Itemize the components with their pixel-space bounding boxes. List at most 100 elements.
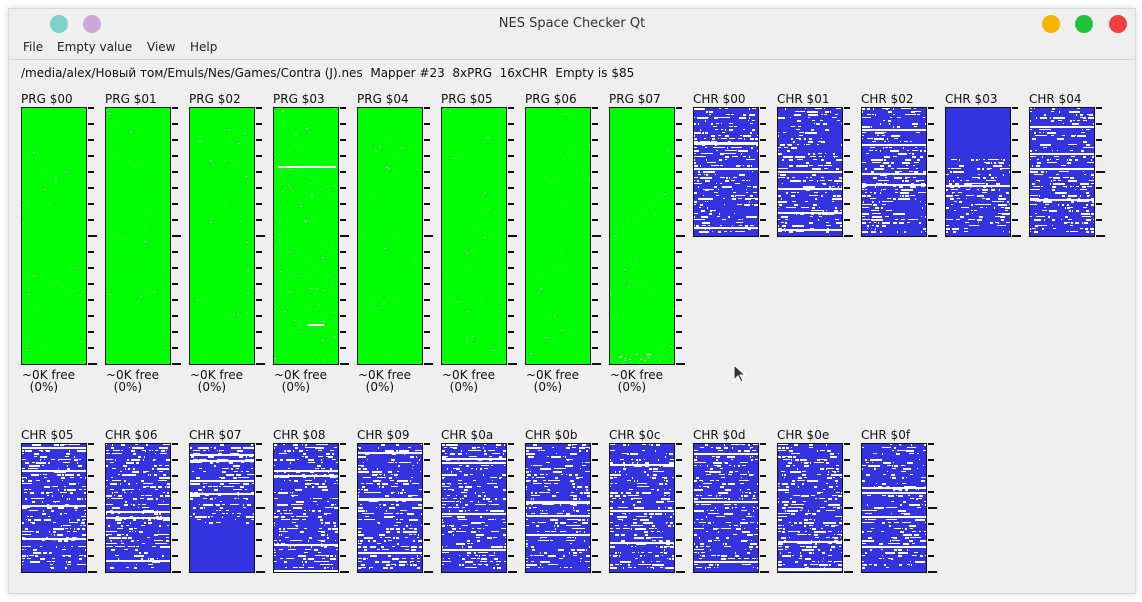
bank-scale bbox=[424, 443, 433, 573]
prg-bank-bitmap bbox=[190, 108, 254, 364]
chr-bank-map[interactable] bbox=[21, 443, 87, 573]
bank-scale bbox=[340, 107, 349, 365]
rom-chr-count: 16xCHR bbox=[499, 66, 548, 80]
prg-bank-map[interactable] bbox=[609, 107, 675, 365]
prg-bank-label: PRG $00 bbox=[21, 92, 73, 106]
prg-bank-map[interactable] bbox=[357, 107, 423, 365]
app-window: NES Space Checker Qt File Empty value Vi… bbox=[8, 8, 1136, 594]
chr-bank-bitmap bbox=[274, 444, 338, 572]
prg-free-space: ~0K free (0%) bbox=[274, 369, 327, 393]
chr-bank-bitmap bbox=[862, 108, 926, 236]
minimize-button[interactable] bbox=[1042, 15, 1060, 33]
chr-bank-map[interactable] bbox=[105, 443, 171, 573]
bank-scale bbox=[1096, 107, 1105, 237]
chr-bank-label: CHR $02 bbox=[861, 92, 914, 106]
chr-bank-map[interactable] bbox=[273, 443, 339, 573]
prg-bank-bitmap bbox=[106, 108, 170, 364]
prg-free-space: ~0K free (0%) bbox=[190, 369, 243, 393]
prg-bank-label: PRG $04 bbox=[357, 92, 409, 106]
menu-file[interactable]: File bbox=[21, 40, 45, 54]
chr-bank-label: CHR $01 bbox=[777, 92, 830, 106]
chr-bank-map[interactable] bbox=[525, 443, 591, 573]
rom-info-line: /media/alex/Новый том/Emuls/Nes/Games/Co… bbox=[21, 66, 634, 80]
rom-prg-count: 8xPRG bbox=[452, 66, 492, 80]
chr-bank-label: CHR $04 bbox=[1029, 92, 1082, 106]
bank-scale bbox=[172, 443, 181, 573]
chr-bank-map[interactable] bbox=[777, 107, 843, 237]
chr-bank-label: CHR $06 bbox=[105, 428, 158, 442]
prg-bank-map[interactable] bbox=[105, 107, 171, 365]
bank-scale bbox=[172, 107, 181, 365]
chr-bank-bitmap bbox=[610, 444, 674, 572]
prg-bank-map[interactable] bbox=[441, 107, 507, 365]
bank-scale bbox=[256, 443, 265, 573]
bank-scale bbox=[592, 107, 601, 365]
prg-bank-label: PRG $07 bbox=[609, 92, 661, 106]
chr-bank-map[interactable] bbox=[189, 443, 255, 573]
prg-bank-map[interactable] bbox=[525, 107, 591, 365]
chr-bank-label: CHR $08 bbox=[273, 428, 326, 442]
mouse-pointer-icon bbox=[733, 364, 747, 383]
chr-bank-map[interactable] bbox=[357, 443, 423, 573]
close-button[interactable] bbox=[1109, 15, 1127, 33]
bank-scale bbox=[88, 107, 97, 365]
prg-bank-map[interactable] bbox=[21, 107, 87, 365]
chr-bank-bitmap bbox=[190, 444, 254, 572]
menu-empty-value[interactable]: Empty value bbox=[55, 40, 134, 54]
chr-bank-map[interactable] bbox=[861, 107, 927, 237]
prg-free-space: ~0K free (0%) bbox=[442, 369, 495, 393]
chr-bank-label: CHR $00 bbox=[693, 92, 746, 106]
prg-bank-label: PRG $02 bbox=[189, 92, 241, 106]
prg-bank-bitmap bbox=[442, 108, 506, 364]
chr-bank-bitmap bbox=[1030, 108, 1094, 236]
free-percent: (0%) bbox=[449, 380, 479, 394]
prg-bank-label: PRG $05 bbox=[441, 92, 493, 106]
chr-bank-bitmap bbox=[106, 444, 170, 572]
chr-bank-label: CHR $09 bbox=[357, 428, 410, 442]
chr-bank-bitmap bbox=[358, 444, 422, 572]
title-bar[interactable]: NES Space Checker Qt bbox=[9, 9, 1135, 39]
chr-bank-map[interactable] bbox=[441, 443, 507, 573]
bank-scale bbox=[1012, 107, 1021, 237]
chr-bank-map[interactable] bbox=[777, 443, 843, 573]
menu-help[interactable]: Help bbox=[188, 40, 219, 54]
chr-bank-map[interactable] bbox=[1029, 107, 1095, 237]
prg-bank-bitmap bbox=[274, 108, 338, 364]
chr-bank-map[interactable] bbox=[945, 107, 1011, 237]
bank-scale bbox=[844, 443, 853, 573]
chr-bank-label: CHR $0e bbox=[777, 428, 830, 442]
maximize-button[interactable] bbox=[1075, 15, 1093, 33]
chr-bank-label: CHR $0f bbox=[861, 428, 911, 442]
chr-bank-bitmap bbox=[694, 108, 758, 236]
chr-bank-label: CHR $05 bbox=[21, 428, 74, 442]
chr-bank-map[interactable] bbox=[609, 443, 675, 573]
bank-scale bbox=[592, 443, 601, 573]
chr-bank-bitmap bbox=[526, 444, 590, 572]
prg-bank-label: PRG $06 bbox=[525, 92, 577, 106]
chr-bank-map[interactable] bbox=[861, 443, 927, 573]
chr-bank-bitmap bbox=[22, 444, 86, 572]
rom-empty-value: Empty is $85 bbox=[555, 66, 635, 80]
chr-bank-bitmap bbox=[778, 108, 842, 236]
chr-bank-map[interactable] bbox=[693, 107, 759, 237]
bank-scale bbox=[928, 443, 937, 573]
prg-bank-bitmap bbox=[358, 108, 422, 364]
menu-view[interactable]: View bbox=[145, 40, 177, 54]
chr-bank-map[interactable] bbox=[693, 443, 759, 573]
chr-bank-bitmap bbox=[694, 444, 758, 572]
rom-path: /media/alex/Новый том/Emuls/Nes/Games/Co… bbox=[21, 66, 363, 80]
bank-scale bbox=[928, 107, 937, 237]
prg-bank-bitmap bbox=[610, 108, 674, 364]
chr-bank-label: CHR $0c bbox=[609, 428, 661, 442]
chr-bank-label: CHR $0a bbox=[441, 428, 494, 442]
bank-scale bbox=[256, 107, 265, 365]
bank-scale bbox=[760, 107, 769, 237]
free-percent: (0%) bbox=[533, 380, 563, 394]
chr-bank-bitmap bbox=[442, 444, 506, 572]
prg-bank-map[interactable] bbox=[273, 107, 339, 365]
prg-bank-map[interactable] bbox=[189, 107, 255, 365]
bank-scale bbox=[508, 443, 517, 573]
prg-free-space: ~0K free (0%) bbox=[358, 369, 411, 393]
prg-free-space: ~0K free (0%) bbox=[526, 369, 579, 393]
bank-scale bbox=[676, 107, 685, 365]
